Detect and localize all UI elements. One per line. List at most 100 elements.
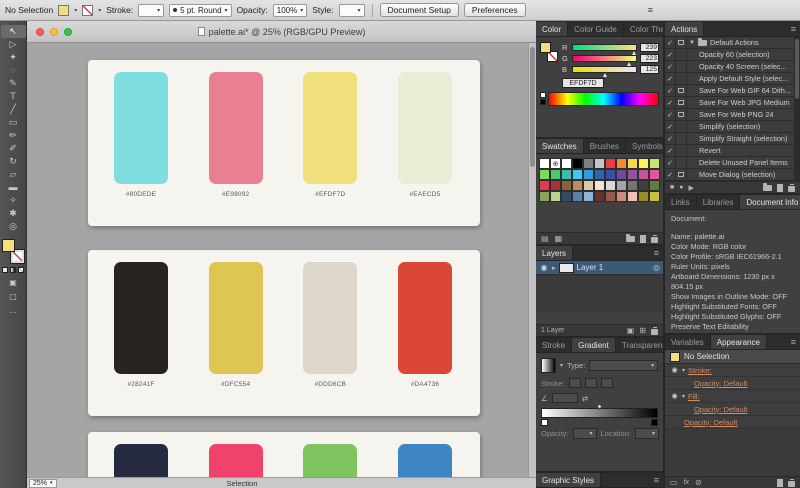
stop-recording-icon[interactable]: ■: [670, 184, 674, 191]
new-layer-icon[interactable]: ⊞: [639, 326, 646, 335]
fill-swatch[interactable]: [2, 239, 15, 252]
tab-appearance[interactable]: Appearance: [711, 335, 767, 349]
tab-brushes[interactable]: Brushes: [584, 139, 626, 153]
document-setup-button[interactable]: Document Setup: [380, 3, 459, 17]
delete-layer-icon[interactable]: [651, 327, 658, 335]
gradient-button[interactable]: [10, 267, 16, 273]
screen-mode-icon[interactable]: ▢: [9, 292, 17, 301]
rotate-tool[interactable]: ↻: [1, 155, 26, 168]
effects-icon[interactable]: fx: [684, 479, 689, 486]
swatch-cell[interactable]: [605, 191, 616, 202]
color-card-swatch[interactable]: [303, 72, 357, 184]
pencil-tool[interactable]: ✐: [1, 142, 26, 155]
play-icon[interactable]: ▶: [688, 184, 693, 192]
color-card[interactable]: [303, 444, 357, 477]
appearance-fill-row[interactable]: ◉ ▾ Fill:: [665, 390, 800, 403]
scrollbar-thumb[interactable]: [530, 47, 535, 167]
fill-color-swatch[interactable]: [58, 5, 69, 16]
swatch-cell[interactable]: [561, 180, 572, 191]
swatch-kinds-icon[interactable]: ▦: [555, 234, 563, 243]
action-row[interactable]: ✓ Revert: [665, 145, 800, 157]
artboard-2[interactable]: #28241F #DFC554 #DDD6CB #DA4736: [88, 250, 480, 416]
draw-mode-icon[interactable]: ▣: [9, 278, 17, 287]
layer-row[interactable]: ◉ ▸ Layer 1 ◎: [536, 261, 663, 275]
swatch-libraries-icon[interactable]: ▤: [541, 234, 549, 243]
reverse-gradient-icon[interactable]: ⇄: [582, 394, 588, 403]
clear-appearance-icon[interactable]: ⊘: [695, 478, 702, 487]
panel-menu-icon[interactable]: ≡: [650, 473, 663, 487]
canvas[interactable]: #80DEDE #E98092 #EFDF7D #EAECD5: [27, 43, 528, 477]
swatch-cell[interactable]: [561, 191, 572, 202]
delete-item-icon[interactable]: [788, 479, 795, 487]
fill-swatch[interactable]: [540, 42, 551, 53]
action-checkbox[interactable]: ✓: [665, 73, 676, 84]
swatch-cell[interactable]: [539, 180, 550, 191]
swatch-cell[interactable]: [638, 169, 649, 180]
color-card-swatch[interactable]: [303, 262, 357, 374]
swatch-cell[interactable]: [649, 158, 660, 169]
stroke-color-swatch[interactable]: [82, 5, 93, 16]
color-card-swatch[interactable]: [209, 444, 263, 477]
new-swatch-icon[interactable]: [640, 235, 646, 243]
action-dialog-toggle[interactable]: [676, 85, 687, 96]
swatch-cell[interactable]: [594, 180, 605, 191]
appearance-opacity-row[interactable]: Opacity: Default: [665, 416, 800, 429]
action-row[interactable]: ✓ Save For Web JPG Medium: [665, 97, 800, 109]
color-card-swatch[interactable]: [209, 262, 263, 374]
action-dialog-toggle[interactable]: [676, 49, 687, 60]
tab-stroke[interactable]: Stroke: [536, 338, 572, 352]
tab-actions[interactable]: Actions: [665, 22, 704, 36]
gradient-opacity-dropdown[interactable]: ▾: [573, 428, 597, 439]
action-dialog-toggle[interactable]: [676, 73, 687, 84]
fill-attribute-link[interactable]: Fill:: [688, 392, 700, 401]
color-card[interactable]: #28241F: [114, 262, 168, 388]
action-checkbox[interactable]: ✓: [665, 49, 676, 60]
tab-color-themes[interactable]: Color Themes: [624, 22, 663, 36]
swatch-cell[interactable]: [594, 169, 605, 180]
swatch-cell[interactable]: [539, 169, 550, 180]
visibility-eye-icon[interactable]: ◉: [539, 263, 549, 272]
action-dialog-toggle[interactable]: [676, 61, 687, 72]
delete-swatch-icon[interactable]: [651, 235, 658, 243]
blue-slider[interactable]: [572, 66, 637, 73]
action-dialog-toggle[interactable]: [676, 109, 687, 120]
swatch-cell[interactable]: [605, 158, 616, 169]
color-card-swatch[interactable]: [398, 262, 452, 374]
action-row[interactable]: ✓ Delete Unused Panel Items: [665, 157, 800, 169]
swatch-cell[interactable]: [616, 191, 627, 202]
swatch-registration[interactable]: ⊕: [550, 158, 561, 169]
tab-transparency[interactable]: Transparency: [616, 338, 663, 352]
tab-color[interactable]: Color: [536, 22, 568, 36]
color-card[interactable]: #80DEDE: [114, 72, 168, 198]
preferences-button[interactable]: Preferences: [464, 3, 526, 17]
slider-thumb[interactable]: [603, 73, 607, 77]
action-checkbox[interactable]: ✓: [665, 109, 676, 120]
action-set-row[interactable]: ✓ ▼ Default Actions: [665, 37, 800, 49]
tab-document-info[interactable]: Document Info: [740, 195, 800, 209]
action-row[interactable]: ✓ Apply Default Style (selec...: [665, 73, 800, 85]
gradient-type-dropdown[interactable]: ▾: [589, 360, 658, 371]
action-dialog-toggle[interactable]: [676, 37, 687, 48]
chevron-down-icon[interactable]: ▾: [560, 362, 563, 369]
appearance-stroke-row[interactable]: ◉ ▾ Stroke:: [665, 364, 800, 377]
color-card[interactable]: #EFDF7D: [303, 72, 357, 198]
action-checkbox[interactable]: ✓: [665, 37, 676, 48]
swatch-cell[interactable]: [616, 169, 627, 180]
opacity-attribute-link[interactable]: Opacity: Default: [670, 379, 747, 388]
action-checkbox[interactable]: ✓: [665, 145, 676, 156]
pen-tool[interactable]: ✎: [1, 77, 26, 90]
opacity-dropdown[interactable]: 100% ▾: [273, 4, 307, 17]
action-dialog-toggle[interactable]: [676, 97, 687, 108]
magic-wand-tool[interactable]: ✦: [1, 51, 26, 64]
actions-scrollbar[interactable]: [794, 37, 800, 181]
swatch-cell[interactable]: [616, 180, 627, 191]
color-card-swatch[interactable]: [209, 72, 263, 184]
action-row[interactable]: ✓ Simplify (selection): [665, 121, 800, 133]
direct-selection-tool[interactable]: ▷: [1, 38, 26, 51]
visibility-eye-icon[interactable]: ◉: [670, 392, 679, 400]
action-dialog-toggle[interactable]: [676, 145, 687, 156]
swatch-cell[interactable]: [550, 169, 561, 180]
new-action-icon[interactable]: [777, 184, 783, 192]
panel-menu-icon[interactable]: ≡: [787, 335, 800, 349]
swatch-cell[interactable]: [627, 180, 638, 191]
